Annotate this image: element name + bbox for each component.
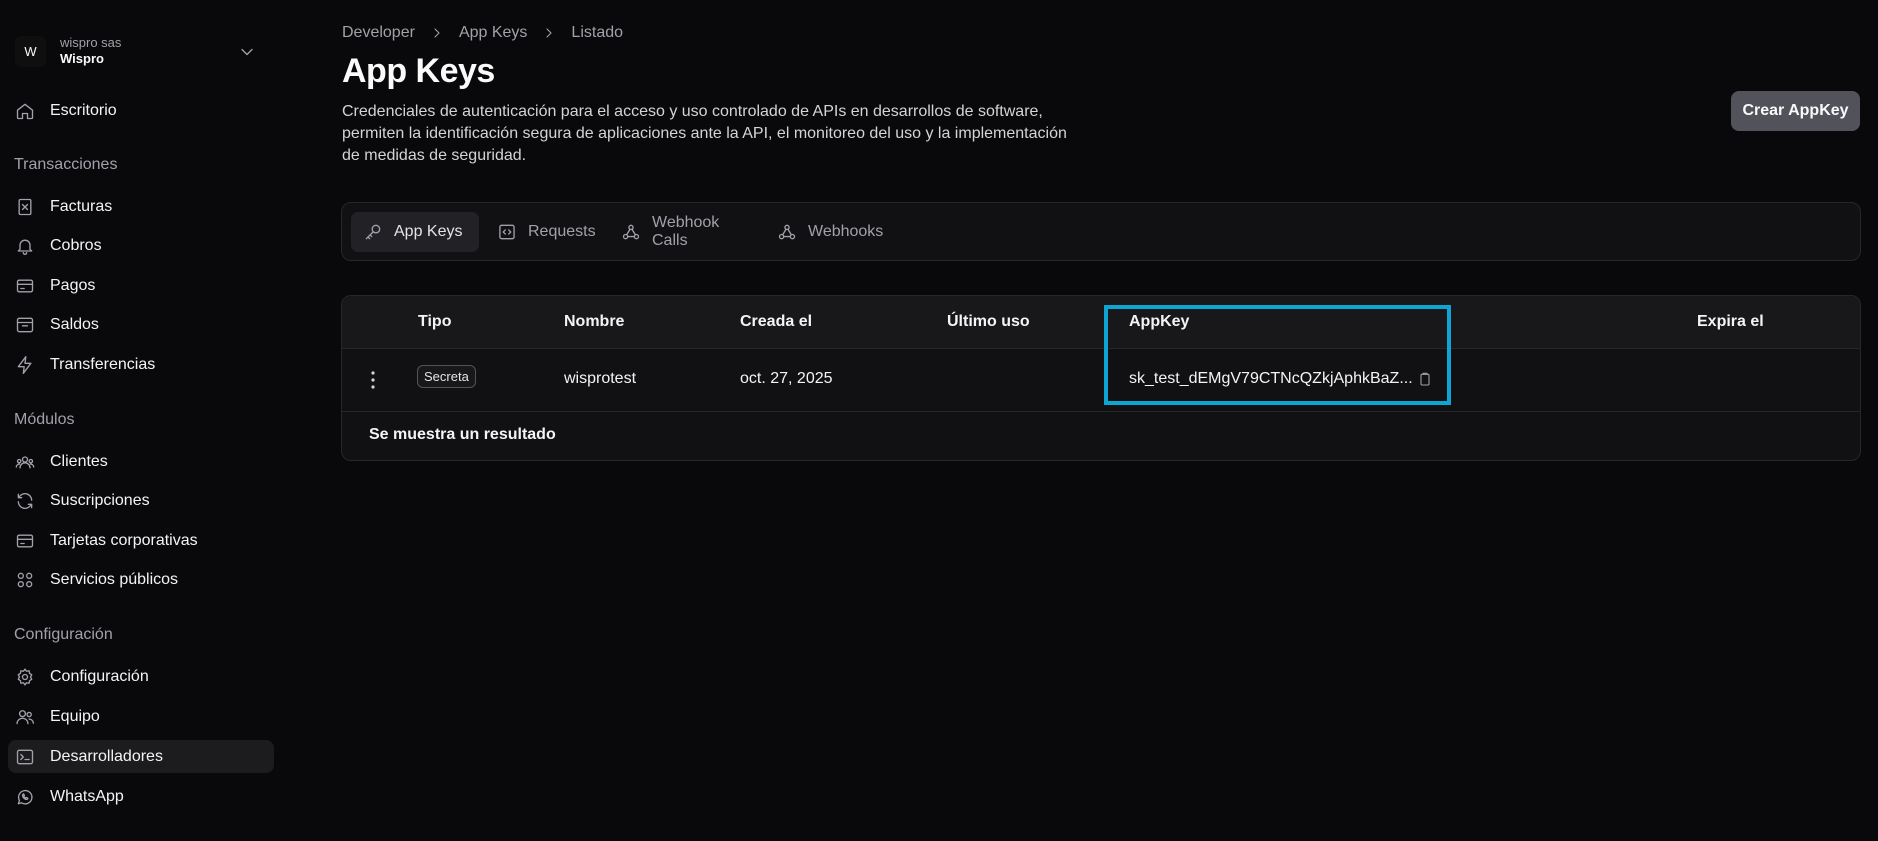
column-header-appkey: AppKey: [1129, 313, 1190, 330]
chevron-right-icon: [541, 25, 557, 41]
webhook-icon: [609, 222, 641, 242]
page-description: Credenciales de autenticación para el ac…: [342, 103, 1067, 164]
sidebar-item-label: Pagos: [50, 276, 96, 294]
tab-webhook-calls[interactable]: Webhook Calls: [609, 212, 759, 252]
more-vertical-icon[interactable]: [367, 368, 379, 392]
cell-creada: oct. 27, 2025: [740, 370, 833, 387]
sidebar-item-label: Desarrolladores: [50, 747, 163, 765]
cell-nombre: wisprotest: [564, 370, 637, 387]
sidebar-item-label: Tarjetas corporativas: [50, 531, 198, 549]
section-title-transacciones: Transacciones: [14, 156, 118, 173]
card-icon: [8, 531, 35, 551]
breadcrumb-item-developer[interactable]: Developer: [342, 24, 415, 42]
tab-bar: App Keys Requests Webhook Calls Webhooks: [341, 202, 1861, 261]
column-header-tipo: Tipo: [418, 313, 452, 330]
sidebar: W wispro sas Wispro Escritorio Transacci…: [0, 0, 288, 841]
inbox-icon: [8, 315, 35, 335]
chevron-down-icon: [237, 42, 257, 62]
sidebar-item-tarjetas-corporativas[interactable]: Tarjetas corporativas: [8, 524, 274, 557]
sidebar-item-label: Transferencias: [50, 355, 156, 373]
sidebar-item-configuracion[interactable]: Configuración: [8, 660, 274, 693]
tab-label: App Keys: [394, 223, 463, 240]
webhook-icon: [765, 222, 797, 242]
tab-label: Webhooks: [808, 223, 884, 240]
sidebar-item-clientes[interactable]: Clientes: [8, 445, 274, 478]
column-header-creada: Creada el: [740, 313, 813, 330]
section-title-modulos: Módulos: [14, 411, 75, 428]
sidebar-item-saldos[interactable]: Saldos: [8, 308, 274, 341]
org-subtitle: wispro sas: [60, 35, 122, 50]
sidebar-item-servicios-publicos[interactable]: Servicios públicos: [8, 563, 274, 596]
card-icon: [8, 276, 35, 296]
org-avatar: W: [15, 35, 46, 67]
create-appkey-button[interactable]: Crear AppKey: [1731, 91, 1860, 131]
cell-appkey: sk_test_dEMgV79CTNcQZkjAphkBaZ...: [1129, 370, 1413, 387]
org-name: Wispro: [60, 51, 104, 66]
whatsapp-icon: [8, 787, 35, 807]
users-group-icon: [8, 452, 35, 472]
grid-icon: [8, 570, 35, 590]
org-switcher[interactable]: W wispro sas Wispro: [15, 34, 265, 68]
bolt-icon: [8, 355, 35, 375]
page-title: App Keys: [342, 52, 495, 90]
home-icon: [8, 101, 35, 121]
sidebar-item-cobros[interactable]: Cobros: [8, 229, 274, 262]
column-header-ultimo-uso: Último uso: [947, 313, 1030, 330]
column-header-nombre: Nombre: [564, 313, 625, 330]
sidebar-item-label: Configuración: [50, 667, 149, 685]
sidebar-item-transferencias[interactable]: Transferencias: [8, 348, 274, 381]
key-icon: [351, 222, 383, 242]
tab-app-keys[interactable]: App Keys: [351, 212, 479, 252]
sidebar-item-suscripciones[interactable]: Suscripciones: [8, 484, 274, 517]
sidebar-item-label: Escritorio: [50, 101, 117, 119]
sidebar-item-whatsapp[interactable]: WhatsApp: [8, 780, 274, 813]
terminal-icon: [8, 747, 35, 767]
sidebar-item-label: Clientes: [50, 452, 108, 470]
table-header: Tipo Nombre Creada el Último uso AppKey …: [342, 296, 1860, 349]
bell-icon: [8, 236, 35, 256]
refresh-icon: [8, 491, 35, 511]
sidebar-item-pagos[interactable]: Pagos: [8, 269, 274, 302]
sidebar-item-label: Equipo: [50, 707, 100, 725]
sidebar-item-escritorio[interactable]: Escritorio: [8, 94, 274, 127]
tab-label: Webhook Calls: [652, 214, 720, 249]
org-info: wispro sas Wispro: [60, 35, 121, 67]
sidebar-item-label: Facturas: [50, 197, 113, 215]
results-count: Se muestra un resultado: [369, 426, 556, 443]
sidebar-item-equipo[interactable]: Equipo: [8, 700, 274, 733]
gear-icon: [8, 667, 35, 687]
sidebar-item-label: WhatsApp: [50, 787, 124, 805]
chevron-right-icon: [429, 25, 445, 41]
sidebar-item-label: Cobros: [50, 236, 102, 254]
users-icon: [8, 707, 35, 727]
type-badge: Secreta: [417, 365, 476, 388]
sidebar-item-label: Saldos: [50, 315, 99, 333]
section-title-configuracion: Configuración: [14, 626, 113, 643]
table-row: Secreta wisprotest oct. 27, 2025 sk_test…: [342, 349, 1860, 412]
clipboard-icon[interactable]: [1417, 371, 1433, 387]
sidebar-item-facturas[interactable]: Facturas: [8, 190, 274, 223]
sidebar-item-desarrolladores[interactable]: Desarrolladores: [8, 740, 274, 773]
breadcrumb-item-listado: Listado: [571, 24, 624, 41]
breadcrumb: Developer App Keys Listado: [342, 24, 623, 42]
appkeys-table: Tipo Nombre Creada el Último uso AppKey …: [341, 295, 1861, 461]
sidebar-item-label: Suscripciones: [50, 491, 150, 509]
sidebar-item-label: Servicios públicos: [50, 570, 179, 588]
tab-requests[interactable]: Requests: [485, 212, 603, 252]
breadcrumb-item-app-keys[interactable]: App Keys: [459, 24, 527, 42]
invoice-icon: [8, 197, 35, 217]
tab-label: Requests: [528, 223, 596, 240]
tab-webhooks[interactable]: Webhooks: [765, 212, 885, 252]
code-icon: [485, 222, 517, 242]
column-header-expira: Expira el: [1697, 313, 1764, 330]
